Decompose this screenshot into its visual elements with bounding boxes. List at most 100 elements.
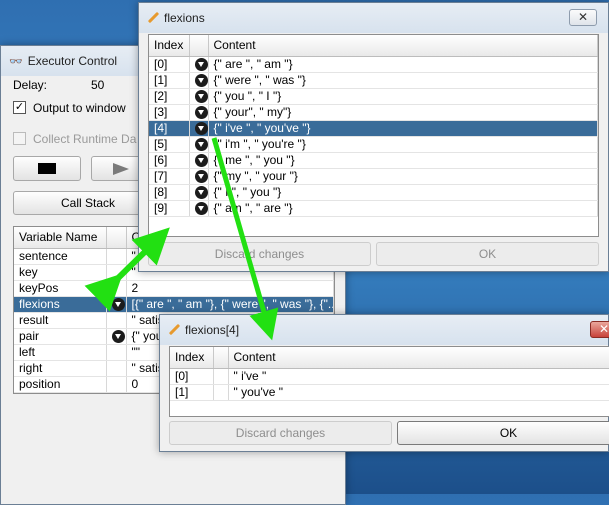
dropdown-icon[interactable] (111, 330, 125, 343)
dropdown-icon[interactable] (194, 154, 207, 167)
table-row[interactable]: [4] {" i've ", " you've "} (149, 120, 598, 137)
dropdown-icon[interactable] (194, 202, 207, 215)
column-header-content[interactable]: Content (228, 347, 609, 369)
index-cell[interactable]: [2] (149, 88, 190, 105)
dropdown-icon[interactable] (194, 122, 207, 135)
table-row[interactable]: [8] {" I ", " you "} (149, 184, 598, 201)
content-cell[interactable]: {" me ", " you "} (208, 152, 598, 169)
close-icon[interactable]: ✕ (590, 321, 609, 338)
variable-name-cell[interactable]: pair (14, 328, 107, 345)
discard-changes-button[interactable]: Discard changes (169, 421, 392, 445)
dropdown-icon[interactable] (194, 170, 207, 183)
pencil-icon (168, 324, 180, 336)
dropdown-icon[interactable] (194, 138, 207, 151)
delay-label: Delay: (13, 78, 48, 92)
dropdown-icon[interactable] (111, 298, 125, 311)
table-row[interactable]: [6] {" me ", " you "} (149, 152, 598, 169)
variable-name-cell[interactable]: keyPos (14, 280, 107, 297)
pencil-icon (147, 12, 159, 24)
table-row[interactable]: [0] " i've " (170, 368, 609, 385)
dropdown-icon[interactable] (194, 186, 207, 199)
dropdown-cell[interactable] (189, 72, 209, 89)
index-cell[interactable]: [8] (149, 184, 190, 201)
ok-button[interactable]: OK (397, 421, 609, 445)
variable-value-cell[interactable]: [{" are ", " am "}, {" were ", " was "},… (126, 296, 334, 313)
column-header-index[interactable]: Index (170, 347, 214, 369)
index-cell[interactable]: [0] (170, 368, 214, 385)
index-cell[interactable]: [0] (149, 56, 190, 73)
table-row[interactable]: [9] {" am ", " are "} (149, 200, 598, 217)
index-cell[interactable]: [3] (149, 104, 190, 121)
collect-label: Collect Runtime Da (33, 132, 137, 146)
variable-name-cell[interactable]: position (14, 376, 107, 393)
dropdown-cell[interactable] (189, 56, 209, 73)
variable-name-cell[interactable]: left (14, 344, 107, 361)
table-row[interactable]: [5] {" i'm ", " you're "} (149, 136, 598, 153)
column-header-variable-name[interactable]: Variable Name (14, 227, 107, 249)
dropdown-icon[interactable] (194, 74, 207, 87)
flexions-4-titlebar[interactable]: flexions[4] ✕ (160, 315, 609, 345)
table-row[interactable]: flexions [{" are ", " am "}, {" were ", "… (14, 296, 334, 313)
column-header-index[interactable]: Index (149, 35, 190, 57)
table-row[interactable]: [1] " you've " (170, 384, 609, 401)
dropdown-cell[interactable] (189, 168, 209, 185)
content-cell[interactable]: {" i've ", " you've "} (208, 120, 598, 137)
column-header-content[interactable]: Content (208, 35, 598, 57)
stop-icon (38, 163, 56, 174)
collect-checkbox[interactable] (13, 132, 26, 145)
content-cell[interactable]: {" are ", " am "} (208, 56, 598, 73)
table-row[interactable]: [0] {" are ", " am "} (149, 56, 598, 73)
dropdown-cell[interactable] (106, 328, 127, 345)
index-cell[interactable]: [4] (149, 120, 190, 137)
variable-name-cell[interactable]: sentence (14, 248, 107, 265)
dropdown-cell (106, 344, 127, 361)
flexions-4-table: Index Content [0] " i've " [1] " you've " (169, 346, 609, 417)
table-row[interactable]: keyPos 2 (14, 280, 334, 297)
dropdown-cell[interactable] (189, 152, 209, 169)
dropdown-cell[interactable] (189, 104, 209, 121)
flexions-4-title: flexions[4] (185, 323, 240, 337)
delay-value[interactable]: 50 (91, 78, 104, 92)
dropdown-cell[interactable] (189, 88, 209, 105)
dropdown-cell[interactable] (189, 136, 209, 153)
variable-name-cell[interactable]: key (14, 264, 107, 281)
dropdown-icon[interactable] (194, 90, 207, 103)
index-cell[interactable]: [7] (149, 168, 190, 185)
index-cell[interactable]: [1] (170, 384, 214, 401)
dropdown-icon[interactable] (194, 58, 207, 71)
index-cell[interactable]: [9] (149, 200, 190, 217)
dropdown-cell[interactable] (189, 184, 209, 201)
content-cell[interactable]: {" am ", " are "} (208, 200, 598, 217)
table-row[interactable]: [7] {" my ", " your "} (149, 168, 598, 185)
dropdown-icon[interactable] (194, 106, 207, 119)
flexions-title: flexions (164, 11, 205, 25)
variable-name-cell[interactable]: right (14, 360, 107, 377)
table-row[interactable]: [1] {" were ", " was "} (149, 72, 598, 89)
content-cell[interactable]: {" my ", " your "} (208, 168, 598, 185)
content-cell[interactable]: {" your", " my"} (208, 104, 598, 121)
flexions-titlebar[interactable]: flexions ✕ (139, 3, 608, 33)
close-icon[interactable]: ✕ (569, 9, 597, 26)
index-cell[interactable]: [5] (149, 136, 190, 153)
content-cell[interactable]: {" I ", " you "} (208, 184, 598, 201)
content-cell[interactable]: " you've " (228, 384, 609, 401)
stop-button[interactable] (13, 156, 81, 181)
table-row[interactable]: [3] {" your", " my"} (149, 104, 598, 121)
output-checkbox[interactable]: ✓ (13, 101, 26, 114)
dropdown-cell[interactable] (189, 200, 209, 217)
variable-name-cell[interactable]: result (14, 312, 107, 329)
dropdown-cell[interactable] (189, 120, 209, 137)
variable-name-cell[interactable]: flexions (14, 296, 107, 313)
ok-button[interactable]: OK (376, 242, 599, 266)
variable-value-cell[interactable]: 2 (126, 280, 334, 297)
content-cell[interactable]: {" you ", " I "} (208, 88, 598, 105)
discard-changes-button[interactable]: Discard changes (148, 242, 371, 266)
dropdown-cell[interactable] (106, 296, 127, 313)
binoculars-icon: 👓 (9, 55, 23, 68)
content-cell[interactable]: {" were ", " was "} (208, 72, 598, 89)
content-cell[interactable]: " i've " (228, 368, 609, 385)
index-cell[interactable]: [1] (149, 72, 190, 89)
table-row[interactable]: [2] {" you ", " I "} (149, 88, 598, 105)
index-cell[interactable]: [6] (149, 152, 190, 169)
content-cell[interactable]: {" i'm ", " you're "} (208, 136, 598, 153)
